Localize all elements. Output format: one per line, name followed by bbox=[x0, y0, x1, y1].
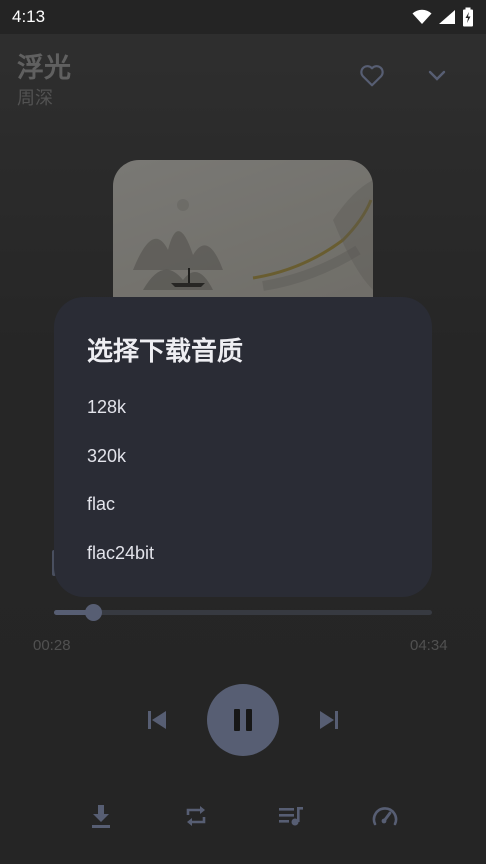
status-bar: 4:13 bbox=[0, 0, 486, 34]
wifi-icon bbox=[412, 9, 432, 24]
status-time: 4:13 bbox=[12, 7, 46, 26]
quality-option-flac[interactable]: flac bbox=[87, 484, 417, 524]
dialog-title: 选择下载音质 bbox=[87, 337, 244, 367]
download-quality-dialog: 选择下载音质 128k 320k flac flac24bit bbox=[54, 297, 432, 597]
quality-option-flac24bit[interactable]: flac24bit bbox=[87, 533, 417, 573]
quality-option-320k[interactable]: 320k bbox=[87, 436, 417, 476]
status-icons bbox=[412, 7, 474, 27]
battery-charging-icon bbox=[463, 7, 473, 27]
quality-option-128k[interactable]: 128k bbox=[87, 387, 417, 427]
signal-icon bbox=[439, 10, 455, 24]
